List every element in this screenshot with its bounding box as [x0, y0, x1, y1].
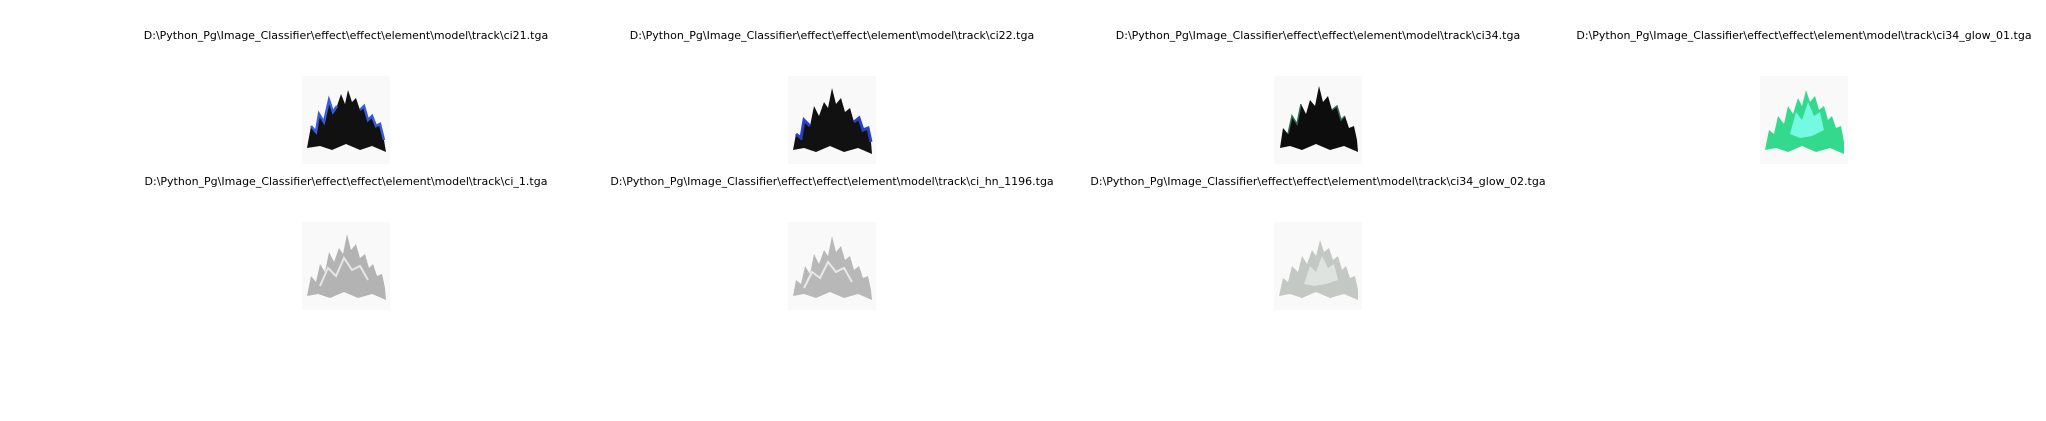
flame-shape	[307, 234, 386, 300]
flame-texture-image	[1280, 86, 1358, 152]
image-title: D:\Python_Pg\Image_Classifier\effect\eff…	[143, 29, 549, 42]
flame-texture-thumbnail	[1274, 76, 1362, 164]
image-title: D:\Python_Pg\Image_Classifier\effect\eff…	[1090, 175, 1546, 188]
flame-texture-image	[307, 90, 386, 152]
flame-texture-image	[1279, 240, 1358, 300]
flame-texture-image	[793, 88, 873, 154]
flame-texture-thumbnail	[1760, 76, 1848, 164]
flame-texture-thumbnail	[1274, 222, 1362, 310]
flame-texture-thumbnail	[302, 76, 390, 164]
flame-texture-thumbnail	[788, 76, 876, 164]
image-title: D:\Python_Pg\Image_Classifier\effect\eff…	[1115, 29, 1521, 42]
flame-texture-thumbnail	[302, 222, 390, 310]
flame-texture-image	[307, 234, 386, 300]
image-title: D:\Python_Pg\Image_Classifier\effect\eff…	[144, 175, 548, 188]
image-title: D:\Python_Pg\Image_Classifier\effect\eff…	[610, 175, 1054, 188]
flame-texture-image	[793, 236, 872, 300]
flame-texture-image	[1765, 90, 1844, 154]
image-title: D:\Python_Pg\Image_Classifier\effect\eff…	[1576, 29, 2032, 42]
image-title: D:\Python_Pg\Image_Classifier\effect\eff…	[629, 29, 1035, 42]
flame-texture-thumbnail	[788, 222, 876, 310]
